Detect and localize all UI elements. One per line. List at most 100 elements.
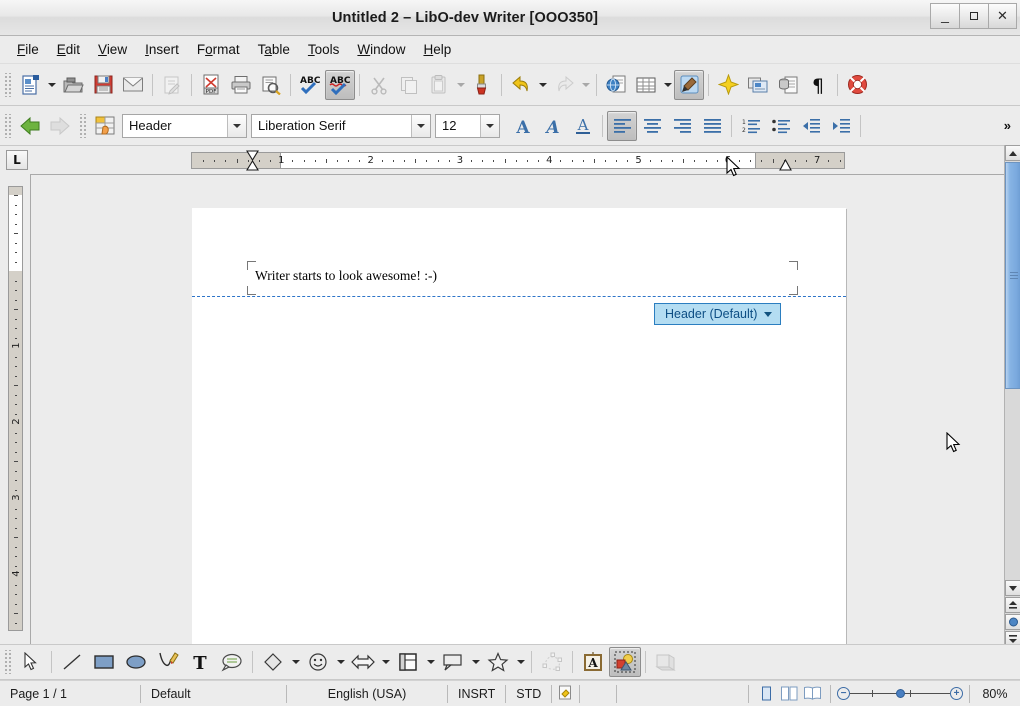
symbol-shapes-dropdown[interactable]	[334, 648, 347, 676]
font-size-combo[interactable]: 12	[435, 114, 500, 138]
status-selection-mode[interactable]: STD	[506, 687, 551, 701]
insert-hyperlink-button[interactable]	[601, 70, 631, 100]
zoom-in-button[interactable]: +	[950, 687, 963, 700]
flowchart-shapes-button[interactable]	[392, 647, 424, 677]
block-arrows-button[interactable]	[347, 647, 379, 677]
zoom-slider[interactable]: − +	[837, 687, 963, 700]
menu-file[interactable]: File	[8, 38, 48, 61]
callout-shapes-button[interactable]	[437, 647, 469, 677]
cut-button[interactable]	[364, 70, 394, 100]
rectangle-tool-button[interactable]	[88, 647, 120, 677]
align-center-button[interactable]	[637, 111, 667, 141]
spelling-button[interactable]: ABC	[295, 70, 325, 100]
print-preview-button[interactable]	[256, 70, 286, 100]
copy-button[interactable]	[394, 70, 424, 100]
status-page-style[interactable]: Default	[141, 687, 286, 701]
decrease-indent-button[interactable]	[796, 111, 826, 141]
navigate-forward-button[interactable]	[45, 111, 75, 141]
redo-button[interactable]	[549, 70, 579, 100]
font-size-value[interactable]: 12	[436, 115, 480, 137]
toolbar-grip[interactable]	[3, 650, 12, 674]
freeform-line-tool-button[interactable]	[152, 647, 184, 677]
menu-format[interactable]: Format	[188, 38, 249, 61]
ordered-list-button[interactable]: 1 2	[736, 111, 766, 141]
font-name-dropdown-button[interactable]	[411, 115, 430, 137]
navigate-back-button[interactable]	[15, 111, 45, 141]
block-arrows-dropdown[interactable]	[379, 648, 392, 676]
menu-view[interactable]: View	[89, 38, 136, 61]
line-tool-button[interactable]	[56, 647, 88, 677]
select-tool-button[interactable]	[15, 647, 47, 677]
align-left-button[interactable]	[607, 111, 637, 141]
maximize-button[interactable]	[959, 3, 988, 29]
increase-indent-button[interactable]	[826, 111, 856, 141]
menu-table[interactable]: Table	[249, 38, 299, 61]
text-box-tool-button[interactable]: T	[184, 647, 216, 677]
insert-table-button[interactable]	[631, 70, 661, 100]
vertical-scrollbar[interactable]	[1004, 145, 1020, 645]
undo-button[interactable]	[506, 70, 536, 100]
header-default-chip[interactable]: Header (Default)	[654, 303, 781, 325]
symbol-shapes-button[interactable]	[302, 647, 334, 677]
zoom-track[interactable]	[850, 693, 950, 694]
show-draw-functions-button[interactable]	[674, 70, 704, 100]
paragraph-style-value[interactable]: Header	[123, 115, 227, 137]
toolbar-grip[interactable]	[78, 114, 87, 138]
ellipse-tool-button[interactable]	[120, 647, 152, 677]
status-document-modified[interactable]	[552, 685, 579, 703]
paragraph-style-combo[interactable]: Header	[122, 114, 247, 138]
toolbar-grip[interactable]	[3, 114, 12, 138]
basic-shapes-dropdown[interactable]	[289, 648, 302, 676]
menu-insert[interactable]: Insert	[136, 38, 188, 61]
status-zoom-level[interactable]: 80%	[970, 687, 1020, 701]
insert-table-dropdown[interactable]	[661, 71, 674, 99]
minimize-button[interactable]: _	[930, 3, 959, 29]
new-document-button[interactable]	[15, 70, 45, 100]
autospellcheck-button[interactable]: ABC	[325, 70, 355, 100]
scrollbar-thumb[interactable]	[1005, 162, 1020, 389]
basic-shapes-button[interactable]	[257, 647, 289, 677]
underline-button[interactable]: A	[568, 111, 598, 141]
bold-button[interactable]: A	[508, 111, 538, 141]
navigator-button[interactable]	[743, 70, 773, 100]
tab-stop-selector[interactable]: L	[6, 150, 28, 170]
align-justified-button[interactable]	[697, 111, 727, 141]
export-pdf-button[interactable]: PDF	[196, 70, 226, 100]
menu-window[interactable]: Window	[348, 38, 414, 61]
open-button[interactable]	[58, 70, 88, 100]
print-button[interactable]	[226, 70, 256, 100]
indent-marker-right[interactable]	[779, 158, 792, 171]
book-view-icon[interactable]	[804, 686, 821, 701]
scroll-up-button[interactable]	[1005, 145, 1020, 161]
redo-dropdown[interactable]	[579, 71, 592, 99]
stars-button[interactable]	[482, 647, 514, 677]
multi-page-icon[interactable]	[781, 686, 798, 701]
toolbar-overflow-button[interactable]: »	[1004, 118, 1010, 133]
zoom-out-button[interactable]: −	[837, 687, 850, 700]
flowchart-dropdown[interactable]	[424, 648, 437, 676]
undo-dropdown[interactable]	[536, 71, 549, 99]
fontwork-gallery-button[interactable]: A	[577, 647, 609, 677]
font-name-value[interactable]: Liberation Serif	[252, 115, 411, 137]
menu-edit[interactable]: Edit	[48, 38, 89, 61]
close-button[interactable]: ✕	[988, 3, 1017, 29]
horizontal-ruler[interactable]: 1234567	[191, 152, 845, 169]
status-insert-mode[interactable]: INSRT	[448, 687, 505, 701]
font-size-dropdown-button[interactable]	[480, 115, 499, 137]
callout-shapes-dropdown[interactable]	[469, 648, 482, 676]
data-sources-button[interactable]	[773, 70, 803, 100]
new-document-dropdown[interactable]	[45, 71, 58, 99]
font-name-combo[interactable]: Liberation Serif	[251, 114, 431, 138]
unordered-list-button[interactable]	[766, 111, 796, 141]
single-page-icon[interactable]	[758, 686, 775, 701]
from-file-button[interactable]	[609, 647, 641, 677]
ruler-right-margin[interactable]	[755, 153, 844, 168]
header-paragraph-text[interactable]: Writer starts to look awesome! :-)	[255, 268, 437, 284]
extrusion-on-off-button[interactable]	[650, 647, 682, 677]
paste-dropdown[interactable]	[454, 71, 467, 99]
previous-page-button[interactable]	[1005, 597, 1020, 613]
stars-dropdown[interactable]	[514, 648, 527, 676]
menu-help[interactable]: Help	[414, 38, 460, 61]
edit-file-button[interactable]	[157, 70, 187, 100]
chevron-down-icon[interactable]	[764, 312, 772, 317]
